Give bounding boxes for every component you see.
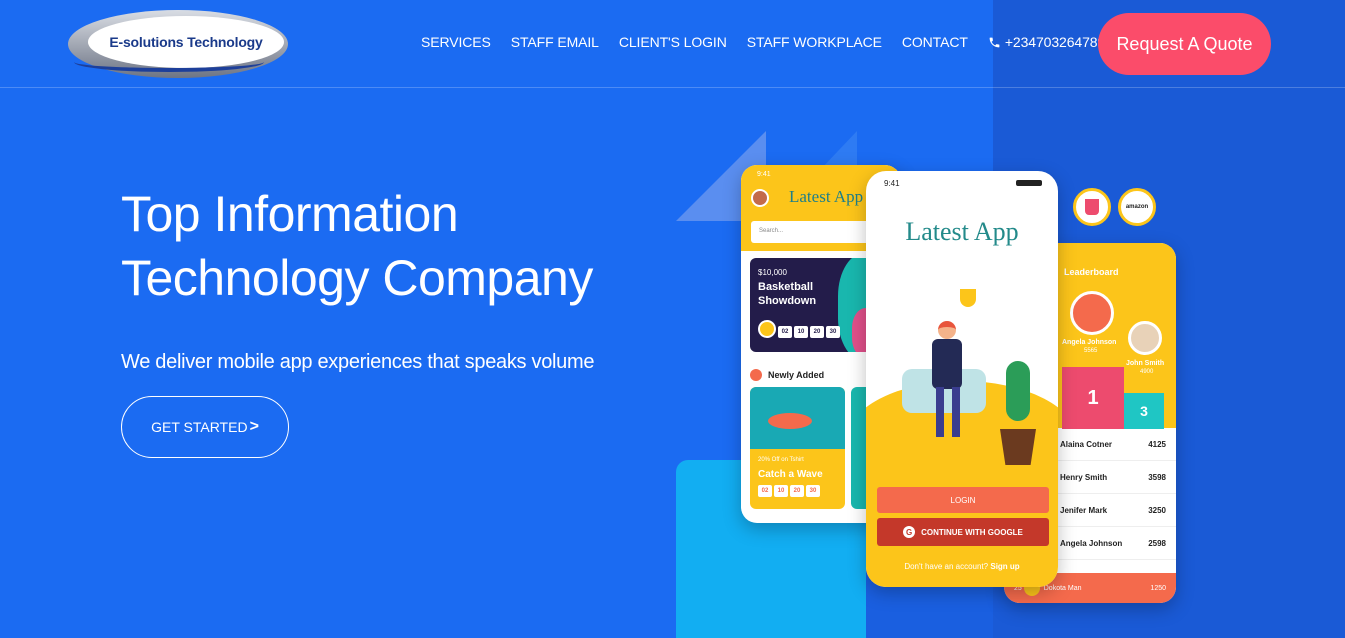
row-name: Alaina Cotner bbox=[1060, 439, 1113, 449]
leader-name: John Smith bbox=[1126, 360, 1165, 367]
avatar bbox=[1070, 291, 1114, 335]
star-icon bbox=[750, 369, 762, 381]
row-name: Jenifer Mark bbox=[1060, 505, 1108, 515]
person-illustration bbox=[936, 387, 960, 437]
request-quote-button[interactable]: Request A Quote bbox=[1098, 13, 1271, 75]
avatar bbox=[751, 189, 769, 207]
get-started-label: GET STARTED bbox=[151, 419, 248, 435]
nav-services[interactable]: SERVICES bbox=[421, 34, 491, 50]
phone-mockup-middle: 9:41 Latest App LOGIN G CONTINUE WITH GO… bbox=[866, 171, 1058, 587]
signup-prompt: Don't have an account? Sign up bbox=[866, 562, 1058, 571]
contest-name: Basketball Showdown bbox=[758, 281, 817, 307]
countdown-cell: 10 bbox=[794, 326, 808, 338]
phone-link[interactable]: +2347032647894 bbox=[988, 34, 1113, 50]
countdown-cell: 30 bbox=[826, 326, 840, 338]
main-nav: SERVICES STAFF EMAIL CLIENT'S LOGIN STAF… bbox=[421, 34, 1113, 50]
logo-text: E-solutions Technology bbox=[109, 34, 263, 50]
app-login-button: LOGIN bbox=[877, 487, 1049, 513]
phone-icon bbox=[989, 37, 1000, 47]
battery-icon bbox=[1016, 180, 1042, 186]
product-countdown: 02 10 20 30 bbox=[758, 485, 820, 497]
newly-added-heading: Newly Added bbox=[750, 369, 824, 381]
leaderboard-title: Leaderboard bbox=[1064, 267, 1119, 277]
nav-clients-login[interactable]: CLIENT'S LOGIN bbox=[619, 34, 727, 50]
row-score: 3598 bbox=[1148, 472, 1166, 482]
person-illustration bbox=[932, 339, 962, 389]
newly-added-label: Newly Added bbox=[768, 370, 825, 380]
footer-score: 1250 bbox=[1150, 584, 1166, 592]
row-name: Angela Johnson bbox=[1060, 538, 1123, 548]
leaderboard-row: Jenifer Mark 3250 bbox=[1042, 494, 1176, 527]
surfer-illustration bbox=[750, 387, 845, 449]
countdown-cell: 20 bbox=[810, 326, 824, 338]
site-header: E-solutions Technology SERVICES STAFF EM… bbox=[0, 0, 1345, 88]
nav-staff-email[interactable]: STAFF EMAIL bbox=[511, 34, 599, 50]
trophy-icon bbox=[758, 320, 776, 338]
cup-badge bbox=[1073, 188, 1111, 226]
row-name: Henry Smith bbox=[1060, 472, 1108, 482]
product-card: 20% Off on Tshirt Catch a Wave 02 10 20 … bbox=[750, 387, 845, 509]
cup-icon bbox=[1085, 199, 1099, 215]
nav-staff-workplace[interactable]: STAFF WORKPLACE bbox=[747, 34, 882, 50]
row-score: 3250 bbox=[1148, 505, 1166, 515]
signup-text: Don't have an account? bbox=[904, 562, 989, 571]
countdown-cell: 02 bbox=[778, 326, 792, 338]
phone-number: +2347032647894 bbox=[1004, 34, 1113, 50]
podium-first: 1 bbox=[1062, 367, 1124, 429]
row-score: 2598 bbox=[1148, 538, 1166, 548]
contest-countdown: 02 10 20 30 bbox=[758, 320, 840, 338]
person-illustration bbox=[938, 321, 956, 339]
leader-name: Angela Johnson bbox=[1062, 339, 1117, 346]
trophy-icon bbox=[960, 289, 976, 307]
leader-score: 4900 bbox=[1140, 369, 1154, 375]
get-started-button[interactable]: GET STARTED > bbox=[121, 396, 289, 458]
row-score: 4125 bbox=[1148, 439, 1166, 449]
google-icon: G bbox=[903, 526, 916, 538]
status-time: 9:41 bbox=[757, 171, 771, 178]
product-name: Catch a Wave bbox=[758, 469, 823, 480]
hero-title: Top Information Technology Company bbox=[121, 186, 593, 306]
app-title: Latest App bbox=[789, 187, 864, 206]
google-button-label: CONTINUE WITH GOOGLE bbox=[921, 527, 1023, 537]
app-title: Latest App bbox=[905, 217, 1019, 246]
leaderboard-row: Henry Smith 3598 bbox=[1042, 461, 1176, 494]
nav-contact[interactable]: CONTACT bbox=[902, 34, 968, 50]
leader-score: 5565 bbox=[1084, 348, 1098, 354]
countdown-cell: 10 bbox=[774, 485, 788, 497]
contest-prize: $10,000 bbox=[758, 268, 787, 277]
logo[interactable]: E-solutions Technology bbox=[68, 6, 290, 78]
avatar bbox=[1128, 321, 1162, 355]
brand-badge: amazon bbox=[1118, 188, 1156, 226]
leaderboard-row: Angela Johnson 2598 bbox=[1042, 527, 1176, 560]
signup-link: Sign up bbox=[990, 562, 1020, 571]
app-google-button: G CONTINUE WITH GOOGLE bbox=[877, 518, 1049, 546]
countdown-cell: 02 bbox=[758, 485, 772, 497]
leaderboard-row: Alaina Cotner 4125 bbox=[1042, 428, 1176, 461]
status-time: 9:41 bbox=[884, 179, 900, 188]
countdown-cell: 30 bbox=[806, 485, 820, 497]
arrow-right-icon: > bbox=[249, 418, 259, 435]
hero-subtitle: We deliver mobile app experiences that s… bbox=[121, 351, 595, 373]
plant-pot bbox=[1000, 429, 1036, 465]
podium-third: 3 bbox=[1124, 393, 1164, 429]
countdown-cell: 20 bbox=[790, 485, 804, 497]
product-offer: 20% Off on Tshirt bbox=[758, 457, 804, 463]
plant-illustration bbox=[1006, 361, 1030, 421]
logo-swoosh bbox=[74, 52, 264, 72]
